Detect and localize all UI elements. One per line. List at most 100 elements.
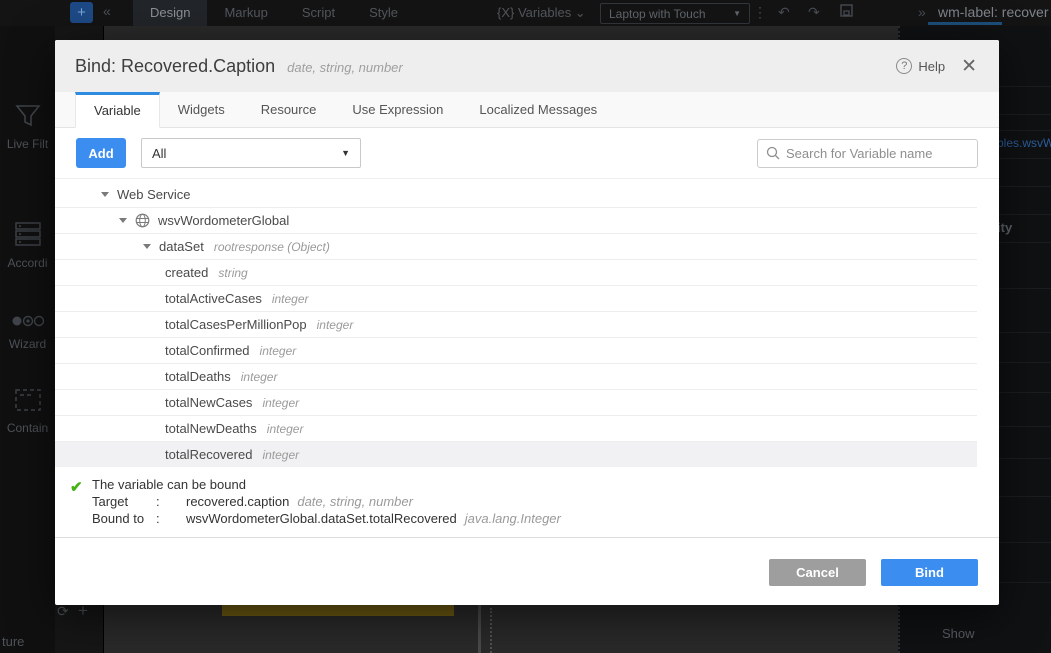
target-label: Target <box>92 493 156 510</box>
tree-node-type: integer <box>262 448 299 462</box>
tab-variable[interactable]: Variable <box>75 92 160 128</box>
sidebar-item-label: Contain <box>7 421 48 435</box>
redo-icon[interactable]: ↷ <box>808 4 820 21</box>
wizard-steps-icon <box>0 314 55 331</box>
tree-node-type: string <box>218 266 247 280</box>
target-colon: : <box>156 493 186 510</box>
bound-to-value: wsvWordometerGlobal.dataSet.totalRecover… <box>186 510 457 527</box>
sidebar-item-container[interactable]: Contain <box>0 388 55 435</box>
tree-row[interactable]: totalCasesPerMillionPop integer <box>55 312 977 338</box>
tab-style[interactable]: Style <box>352 0 415 26</box>
bind-dialog: Bind: Recovered.Caption date, string, nu… <box>55 40 999 605</box>
add-widget-button[interactable]: + <box>70 2 93 23</box>
cancel-button[interactable]: Cancel <box>769 559 866 586</box>
variables-menu[interactable]: {X} Variables ⌄ <box>497 5 586 21</box>
device-selector-value: Laptop with Touch <box>609 7 706 21</box>
sidebar-clipped-label: ture <box>2 634 24 649</box>
editor-mode-tabs: Design Markup Script Style <box>133 0 415 26</box>
canvas-selection-dots <box>490 608 492 653</box>
tree-node-label: totalNewCases <box>165 395 252 410</box>
tree-row[interactable]: totalConfirmed integer <box>55 338 977 364</box>
tree-node-type: rootresponse (Object) <box>214 240 330 254</box>
device-selector[interactable]: Laptop with Touch ▼ <box>600 3 750 24</box>
dialog-toolbar: Add All ▼ <box>55 128 999 178</box>
tab-script[interactable]: Script <box>285 0 352 26</box>
bound-to-colon: : <box>156 510 186 527</box>
variable-searchbox <box>757 139 978 168</box>
tree-node-label: created <box>165 265 208 280</box>
app-stage: + « Design Markup Script Style {X} Varia… <box>0 0 1051 653</box>
help-label: Help <box>918 59 945 74</box>
tree-node-type: integer <box>260 344 297 358</box>
show-property-label: Show <box>942 626 975 641</box>
tree-row[interactable]: totalDeaths integer <box>55 364 977 390</box>
accordion-icon <box>0 221 55 250</box>
add-button[interactable]: Add <box>76 138 126 168</box>
tree-row[interactable]: wsvWordometerGlobal <box>55 208 977 234</box>
tab-markup[interactable]: Markup <box>207 0 284 26</box>
tree-node-label: wsvWordometerGlobal <box>158 213 289 228</box>
tree-node-type: integer <box>241 370 278 384</box>
tree-row[interactable]: created string <box>55 260 977 286</box>
tree-node-label: Web Service <box>117 187 190 202</box>
tree-row[interactable]: totalActiveCases integer <box>55 286 977 312</box>
tree-node-label: dataSet <box>159 239 204 254</box>
caret-down-icon[interactable] <box>143 244 151 249</box>
dialog-footer: Cancel Bind <box>55 537 999 605</box>
bind-status-panel: ✔ The variable can be bound Target : rec… <box>55 467 999 537</box>
help-button[interactable]: ? Help <box>896 58 945 74</box>
dialog-title: Bind: Recovered.Caption <box>75 56 275 77</box>
tree-row[interactable]: totalRecovered integer <box>55 442 977 467</box>
target-value: recovered.caption <box>186 493 289 510</box>
refresh-icon[interactable]: ⟳ <box>57 603 69 620</box>
tree-node-type: integer <box>262 396 299 410</box>
sidebar-item-label: Live Filt <box>7 137 48 151</box>
filter-selected-value: All <box>152 146 166 161</box>
status-message: The variable can be bound <box>92 476 979 493</box>
sidebar-item-label: Accordi <box>7 256 47 270</box>
tree-node-label: totalCasesPerMillionPop <box>165 317 307 332</box>
bound-to-type: java.lang.Integer <box>465 510 561 527</box>
sidebar-item-live-filter[interactable]: Live Filt <box>0 104 55 151</box>
section-header-fragment: ity <box>997 220 1012 235</box>
save-icon[interactable] <box>840 4 853 20</box>
sidebar-item-accordion[interactable]: Accordi <box>0 221 55 270</box>
widget-palette-sidebar: Live Filt Accordi Wizard Contain t <box>0 26 55 653</box>
tab-use-expression[interactable]: Use Expression <box>334 92 461 127</box>
tree-row[interactable]: dataSet rootresponse (Object) <box>55 234 977 260</box>
dialog-tabbar: Variable Widgets Resource Use Expression… <box>55 92 999 128</box>
tree-node-label: totalNewDeaths <box>165 421 257 436</box>
tree-node-type: integer <box>317 318 354 332</box>
help-icon: ? <box>896 58 912 74</box>
tree-node-label: totalDeaths <box>165 369 231 384</box>
selected-widget-breadcrumb: wm-label: recover <box>938 4 1048 20</box>
tree-row[interactable]: totalNewDeaths integer <box>55 416 977 442</box>
dialog-subtitle: date, string, number <box>287 57 403 75</box>
expand-right-icon[interactable]: » <box>918 4 926 20</box>
studio-topbar: + « Design Markup Script Style {X} Varia… <box>0 0 1051 26</box>
tab-resource[interactable]: Resource <box>243 92 335 127</box>
close-icon[interactable]: ✕ <box>959 55 979 78</box>
undo-icon[interactable]: ↶ <box>778 4 790 21</box>
dropdown-caret-icon: ▼ <box>341 148 350 158</box>
tree-row[interactable]: totalNewCases integer <box>55 390 977 416</box>
tab-design[interactable]: Design <box>133 0 207 26</box>
tab-localized-messages[interactable]: Localized Messages <box>461 92 615 127</box>
canvas-divider <box>478 605 481 653</box>
bind-button[interactable]: Bind <box>881 559 978 586</box>
caret-down-icon[interactable] <box>101 192 109 197</box>
variable-filter-dropdown[interactable]: All ▼ <box>141 138 361 168</box>
tree-row[interactable]: Web Service <box>55 182 977 208</box>
chevron-down-icon: ▼ <box>733 9 741 18</box>
search-input[interactable] <box>786 146 969 161</box>
dialog-header: Bind: Recovered.Caption date, string, nu… <box>55 40 999 92</box>
sidebar-item-label: Wizard <box>9 337 46 351</box>
sidebar-item-wizard[interactable]: Wizard <box>0 314 55 351</box>
caret-down-icon[interactable] <box>119 218 127 223</box>
tab-widgets[interactable]: Widgets <box>160 92 243 127</box>
tree-node-label: totalConfirmed <box>165 343 250 358</box>
status-target-row: Target : recovered.caption date, string,… <box>92 493 979 510</box>
more-options-icon[interactable]: ⋮ <box>753 4 767 21</box>
collapse-panel-icon[interactable]: « <box>103 3 111 19</box>
binding-value-fragment[interactable]: bles.wsvW <box>997 136 1051 150</box>
